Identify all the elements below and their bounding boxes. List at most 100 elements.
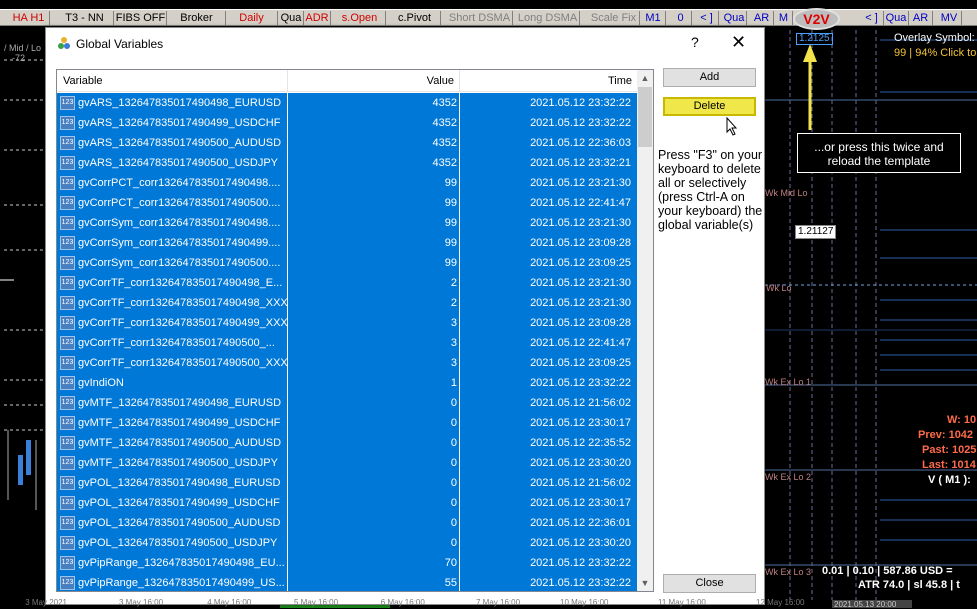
toolbar-button-qua[interactable]: Qua	[279, 11, 304, 25]
variables-rows: 123 gvARS_132647835017490498_EURUSD 4352 20…	[57, 93, 638, 591]
table-row[interactable]: 123 gvCorrTF_corr132647835017490500_XXX 3 2…	[57, 353, 638, 373]
toolbar-button-short-dsma[interactable]: Short DSMA	[447, 11, 513, 25]
scrollbar-thumb[interactable]	[638, 87, 652, 147]
variable-time: 2021.05.12 23:21:30	[530, 277, 631, 289]
variable-name: gvARS_132647835017490500_USDJPY	[78, 157, 278, 169]
toolbar-button-c-pivot[interactable]: c.Pivot	[389, 11, 441, 25]
toolbar-button-long-dsma[interactable]: Long DSMA	[516, 11, 580, 25]
variable-name: gvPOL_132647835017490500_USDJPY	[78, 537, 278, 549]
toolbar-button-ar[interactable]: AR	[750, 11, 774, 25]
column-header-variable[interactable]: Variable	[57, 70, 288, 92]
toolbar-button-s-open[interactable]: s.Open	[334, 11, 386, 25]
past-stat: Past: 1025	[922, 444, 977, 456]
table-row[interactable]: 123 gvARS_132647835017490498_EURUSD 4352 20…	[57, 93, 638, 113]
time-axis-label: 11 May 16:00	[658, 598, 706, 607]
variable-name: gvCorrTF_corr132647835017490498_E...	[78, 277, 283, 289]
close-icon[interactable]: ✕	[731, 32, 746, 53]
variable-icon: 123	[60, 136, 75, 150]
table-row[interactable]: 123 gvARS_132647835017490499_USDCHF 4352 20…	[57, 113, 638, 133]
variable-icon: 123	[60, 516, 75, 530]
toolbar-button-daily[interactable]: Daily	[226, 11, 278, 25]
table-row[interactable]: 123 gvARS_132647835017490500_USDJPY 4352 20…	[57, 153, 638, 173]
table-row[interactable]: 123 gvPOL_132647835017490499_USDCHF 0 2021.…	[57, 493, 638, 513]
variable-icon: 123	[60, 576, 75, 590]
v2v-logo-button[interactable]: V2V	[793, 8, 840, 30]
variable-name: gvCorrSym_corr132647835017490499....	[78, 237, 281, 249]
variable-name: gvCorrPCT_corr132647835017490498....	[78, 177, 281, 189]
overlay-stats-label[interactable]: 99 | 94% Click to	[894, 47, 976, 59]
delete-button[interactable]: Delete	[663, 97, 756, 116]
table-row[interactable]: 123 gvCorrTF_corr132647835017490499_XXX 3 2…	[57, 313, 638, 333]
table-row[interactable]: 123 gvCorrTF_corr132647835017490498_E... 2…	[57, 273, 638, 293]
add-button[interactable]: Add	[663, 68, 756, 87]
toolbar-button-qua[interactable]: Qua	[884, 11, 909, 25]
variable-name: gvPipRange_132647835017490498_EU...	[78, 557, 285, 569]
variable-time: 2021.05.12 23:32:22	[530, 577, 631, 589]
variable-name: gvMTF_132647835017490500_USDJPY	[78, 457, 278, 469]
variable-icon: 123	[60, 316, 75, 330]
variable-value: 99	[444, 257, 457, 269]
table-row[interactable]: 123 gvCorrTF_corr132647835017490500_... 3 2…	[57, 333, 638, 353]
variable-icon: 123	[60, 276, 75, 290]
table-row[interactable]: 123 gvCorrSym_corr132647835017490499.... 9…	[57, 233, 638, 253]
toolbar-button-m1[interactable]: M1	[641, 11, 666, 25]
toolbar-button-mv[interactable]: MV	[937, 11, 962, 25]
list-scrollbar[interactable]: ▲ ▼	[637, 70, 653, 591]
table-row[interactable]: 123 gvMTF_132647835017490500_USDJPY 0 2021.…	[57, 453, 638, 473]
toolbar-button-ar[interactable]: AR	[909, 11, 933, 25]
column-header-value[interactable]: Value	[288, 70, 460, 92]
toolbar-button-adr[interactable]: ADR	[304, 11, 331, 25]
toolbar-button-ha-h1[interactable]: HA H1	[8, 11, 50, 25]
left-value-label: -72	[12, 53, 26, 63]
table-row[interactable]: 123 gvARS_132647835017490500_AUDUSD 4352 20…	[57, 133, 638, 153]
table-row[interactable]: 123 gvCorrSym_corr132647835017490500.... 9…	[57, 253, 638, 273]
scroll-down-icon[interactable]: ▼	[637, 575, 653, 591]
table-row[interactable]: 123 gvIndiON 1 2021.05.12 23:32:22	[57, 373, 638, 393]
table-row[interactable]: 123 gvMTF_132647835017490499_USDCHF 0 2021.…	[57, 413, 638, 433]
toolbar-button-scale-fix[interactable]: Scale Fix	[588, 11, 640, 25]
variable-time: 2021.05.12 23:21:30	[530, 217, 631, 229]
table-row[interactable]: 123 gvCorrPCT_corr132647835017490498.... 9…	[57, 173, 638, 193]
toolbar-button-[interactable]: < ]	[695, 11, 719, 25]
table-row[interactable]: 123 gvCorrTF_corr132647835017490498_XXX 2 2…	[57, 293, 638, 313]
wk-ex-lo-1-label: Wk Ex Lo 1	[765, 377, 812, 387]
column-header-time[interactable]: Time	[460, 70, 638, 92]
variable-value: 4352	[432, 97, 457, 109]
scroll-up-icon[interactable]: ▲	[637, 70, 653, 86]
w-stat: W: 10	[947, 414, 977, 426]
toolbar-button-[interactable]: < ]	[860, 11, 884, 25]
variable-name: gvMTF_132647835017490500_AUDUSD	[78, 437, 282, 449]
toolbar-button-m[interactable]: M	[775, 11, 793, 25]
toolbar-button-t3-nn[interactable]: T3 - NN	[56, 11, 114, 25]
variable-value: 2	[450, 277, 457, 289]
table-row[interactable]: 123 gvPOL_132647835017490500_USDJPY 0 2021.…	[57, 533, 638, 553]
variable-value: 55	[444, 577, 457, 589]
toolbar-button-qua[interactable]: Qua	[722, 11, 747, 25]
table-row[interactable]: 123 gvCorrSym_corr132647835017490498.... 9…	[57, 213, 638, 233]
table-row[interactable]: 123 gvPOL_132647835017490498_EURUSD 0 2021.…	[57, 473, 638, 493]
toolbar-button-fibs-off[interactable]: FIBS OFF	[115, 11, 167, 25]
global-variables-dialog: Global Variables ? ✕ Variable Value Time…	[45, 27, 765, 605]
table-row[interactable]: 123 gvPOL_132647835017490500_AUDUSD 0 2021.…	[57, 513, 638, 533]
variable-value: 0	[450, 437, 457, 449]
variable-time: 2021.05.12 23:32:22	[530, 97, 631, 109]
variable-icon: 123	[60, 476, 75, 490]
variable-time: 2021.05.12 22:36:01	[530, 517, 631, 529]
variables-list[interactable]: Variable Value Time 123 gvARS_13264783501…	[56, 69, 654, 592]
time-axis: 3 May 2021 3 May 16:00 4 May 16:00 5 May 16…	[0, 598, 977, 608]
variable-name: gvCorrTF_corr132647835017490500_XXX	[78, 357, 288, 369]
table-row[interactable]: 123 gvPipRange_132647835017490499_US... 55…	[57, 573, 638, 591]
close-button[interactable]: Close	[663, 574, 756, 593]
variable-value: 3	[450, 357, 457, 369]
variable-time: 2021.05.12 21:56:02	[530, 477, 631, 489]
wk-ex-lo-2-label: Wk Ex Lo 2	[765, 472, 812, 482]
table-row[interactable]: 123 gvCorrPCT_corr132647835017490500.... 9…	[57, 193, 638, 213]
toolbar-button-broker[interactable]: Broker	[168, 11, 226, 25]
table-row[interactable]: 123 gvMTF_132647835017490500_AUDUSD 0 2021.…	[57, 433, 638, 453]
table-row[interactable]: 123 gvMTF_132647835017490498_EURUSD 0 2021.…	[57, 393, 638, 413]
variable-value: 3	[450, 317, 457, 329]
variable-time: 2021.05.12 22:36:03	[530, 137, 631, 149]
table-row[interactable]: 123 gvPipRange_132647835017490498_EU... 70…	[57, 553, 638, 573]
help-button[interactable]: ?	[691, 34, 699, 50]
toolbar-button-0[interactable]: 0	[670, 11, 692, 25]
